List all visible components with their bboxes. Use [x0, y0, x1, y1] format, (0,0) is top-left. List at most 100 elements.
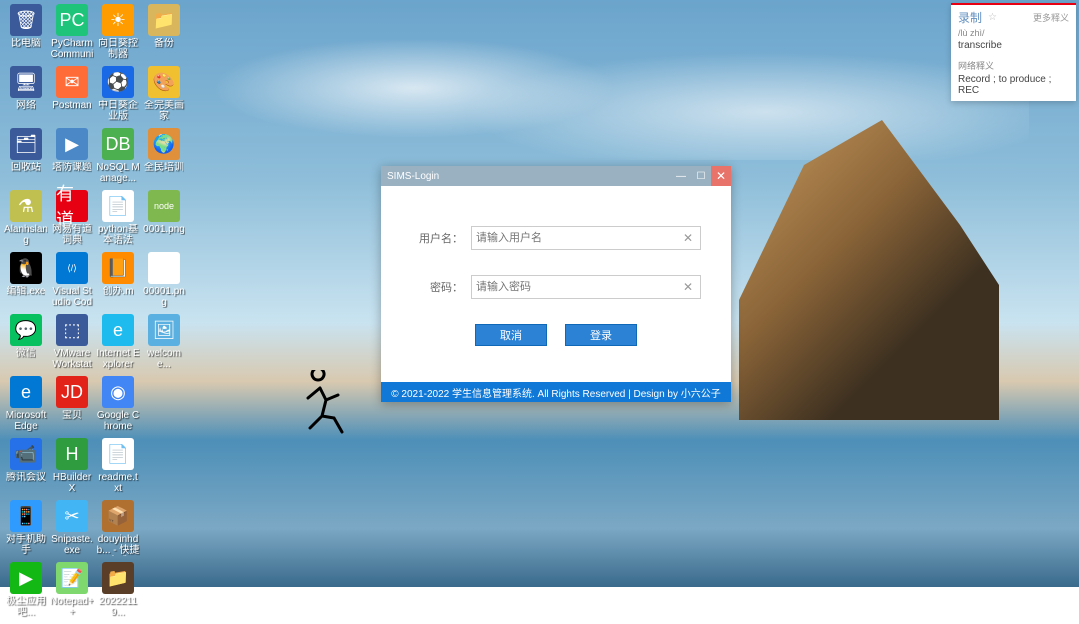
desktop-icon[interactable]: ⚗Alanhslang [4, 190, 48, 248]
icon-label: Internet Explorer [96, 348, 140, 370]
app-icon: 🌍 [148, 128, 180, 160]
desktop-icon[interactable]: 📱对手机助手 [4, 500, 48, 558]
icon-label: 00001.png [142, 286, 186, 308]
desktop-icon[interactable]: ✂Snipaste.exe [50, 500, 94, 558]
icon-label: 中日葵企业版 [96, 100, 140, 122]
icon-label: 0001.png [143, 224, 185, 235]
app-icon: ▶ [10, 562, 42, 594]
dict-word[interactable]: 录制 [958, 9, 982, 26]
desktop-icon[interactable]: eInternet Explorer [96, 314, 140, 372]
desktop-icon[interactable]: 🌍全民培训 [142, 128, 186, 186]
desktop-icon[interactable]: ✉Postman [50, 66, 94, 124]
desktop-icon[interactable]: node0001.png [142, 190, 186, 248]
icon-label: PyCharm Communit... [50, 38, 94, 60]
app-icon: 📹 [10, 438, 42, 470]
icon-label: douyinhdb... - 快捷方式 [96, 534, 140, 556]
desktop-icon[interactable]: 🎨全完美画家 [142, 66, 186, 124]
app-icon: DB [102, 128, 134, 160]
background-mountain [739, 120, 999, 420]
app-icon: 📙 [102, 252, 134, 284]
app-icon: 有道 [56, 190, 88, 222]
desktop-icon[interactable]: ⟨/⟩Visual Studio Code [50, 252, 94, 310]
app-icon: 📄 [102, 190, 134, 222]
app-icon: ☀ [102, 4, 134, 36]
username-input[interactable] [476, 228, 680, 248]
background-runner [300, 370, 350, 450]
dict-pronunciation: /lù zhì/ [958, 28, 1069, 38]
dictionary-popup: 录制 ☆ 更多释义 /lù zhì/ transcribe 网络释义 Recor… [951, 3, 1076, 101]
desktop-icon[interactable]: 📦douyinhdb... - 快捷方式 [96, 500, 140, 558]
app-icon: 🎨 [148, 66, 180, 98]
password-input[interactable] [476, 277, 680, 297]
login-button[interactable]: 登录 [565, 324, 637, 346]
dict-network-def: Record ; to produce ; REC [958, 74, 1069, 96]
password-input-wrap: ✕ [471, 275, 701, 299]
desktop-icon[interactable]: 🗑比电脑 [4, 4, 48, 62]
login-footer: © 2021-2022 学生信息管理系统. All Rights Reserve… [381, 382, 731, 402]
desktop-icon[interactable]: 🖼00001.png [142, 252, 186, 310]
app-icon: 📁 [102, 562, 134, 594]
close-button[interactable]: ✕ [711, 166, 731, 186]
desktop-icon[interactable]: 📄readme.txt [96, 438, 140, 496]
desktop-icon[interactable]: ▶塔防课题 [50, 128, 94, 186]
desktop-icon[interactable]: 📹腾讯会议 [4, 438, 48, 496]
minimize-button[interactable]: — [671, 166, 691, 186]
desktop-icon[interactable]: ⬚VMware Workstati... [50, 314, 94, 372]
desktop-icon[interactable]: ▶极尘应用吧... [4, 562, 48, 620]
dict-definition: transcribe [958, 40, 1069, 51]
icon-label: Snipaste.exe [50, 534, 94, 556]
desktop-icon[interactable]: 📁备份 [142, 4, 186, 62]
dict-more-link[interactable]: 更多释义 [1033, 11, 1069, 24]
clear-password-icon[interactable]: ✕ [680, 280, 696, 294]
app-icon: e [10, 376, 42, 408]
clear-username-icon[interactable]: ✕ [680, 231, 696, 245]
desktop-icon[interactable]: 有道网易有道词典 [50, 190, 94, 248]
username-input-wrap: ✕ [471, 226, 701, 250]
app-icon: PC [56, 4, 88, 36]
desktop-icon[interactable]: 📙创办.m [96, 252, 140, 310]
desktop-icon[interactable]: PCPyCharm Communit... [50, 4, 94, 62]
icon-label: 比电脑 [11, 38, 41, 49]
desktop-icon[interactable]: 🖥网络 [4, 66, 48, 124]
desktop-icon[interactable]: eMicrosoft Edge [4, 376, 48, 434]
desktop-icons-grid: 🗑比电脑PCPyCharm Communit...☀向日葵控制器📁备份🖥网络✉P… [0, 0, 190, 624]
desktop-icon[interactable]: 💬微信 [4, 314, 48, 372]
desktop-icon[interactable]: 🗂回收站 [4, 128, 48, 186]
desktop-icon[interactable]: JD宝贝 [50, 376, 94, 434]
icon-label: 备份 [154, 38, 174, 49]
window-title: SIMS-Login [387, 171, 439, 182]
star-icon[interactable]: ☆ [988, 12, 997, 23]
icon-label: 向日葵控制器 [96, 38, 140, 60]
icon-label: 微信 [16, 348, 36, 359]
icon-label: 全完美画家 [142, 100, 186, 122]
icon-label: 20222119... [96, 596, 140, 618]
app-icon: 🖼 [148, 252, 180, 284]
desktop-icon[interactable]: HHBuilder X [50, 438, 94, 496]
desktop-icon[interactable]: DBNoSQL Manage... [96, 128, 140, 186]
icon-label: Notepad++ [50, 596, 94, 618]
password-label: 密码： [411, 279, 471, 295]
app-icon: ⚗ [10, 190, 42, 222]
icon-label: Google Chrome [96, 410, 140, 432]
icon-label: Visual Studio Code [50, 286, 94, 308]
app-icon: 🗂 [10, 128, 42, 160]
desktop-icon[interactable]: ⚽中日葵企业版 [96, 66, 140, 124]
desktop-icon[interactable]: ◉Google Chrome [96, 376, 140, 434]
desktop-icon[interactable]: 📝Notepad++ [50, 562, 94, 620]
icon-label: HBuilder X [50, 472, 94, 494]
icon-label: 网易有道词典 [50, 224, 94, 246]
cancel-button[interactable]: 取消 [475, 324, 547, 346]
icon-label: NoSQL Manage... [96, 162, 140, 184]
desktop-icon[interactable]: 🐧编辑.exe [4, 252, 48, 310]
titlebar[interactable]: SIMS-Login — ☐ ✕ [381, 166, 731, 186]
maximize-button[interactable]: ☐ [691, 166, 711, 186]
desktop-icon[interactable]: ☀向日葵控制器 [96, 4, 140, 62]
app-icon: 📝 [56, 562, 88, 594]
desktop-icon[interactable]: 📄python基本语法 [96, 190, 140, 248]
desktop-icon[interactable]: 🖼welcome... [142, 314, 186, 372]
icon-label: 塔防课题 [52, 162, 92, 173]
app-icon: e [102, 314, 134, 346]
icon-label: VMware Workstati... [50, 348, 94, 370]
desktop-icon[interactable]: 📁20222119... [96, 562, 140, 620]
icon-label: Microsoft Edge [4, 410, 48, 432]
